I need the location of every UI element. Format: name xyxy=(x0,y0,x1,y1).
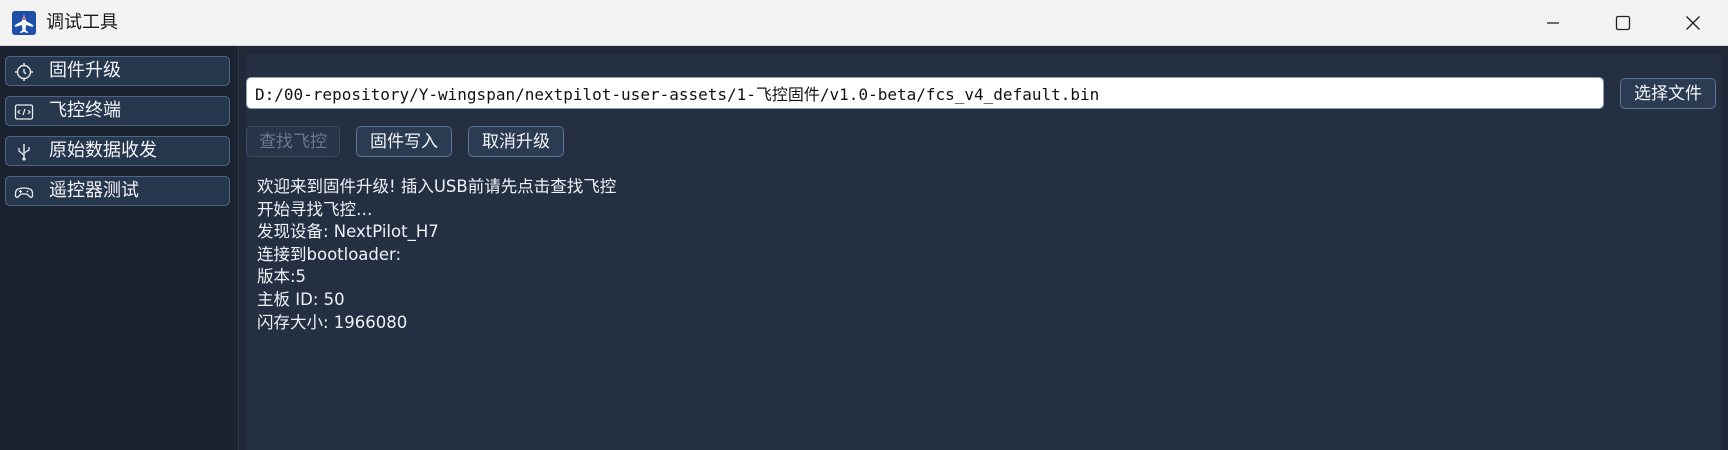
select-file-button[interactable]: 选择文件 xyxy=(1620,78,1716,109)
usb-icon xyxy=(18,144,30,161)
title-bar[interactable]: 调试工具 xyxy=(0,0,1728,46)
sidebar-item-label: 遥控器测试 xyxy=(49,180,139,201)
write-firmware-button[interactable]: 固件写入 xyxy=(356,126,452,157)
log-line: 主板 ID: 50 xyxy=(257,289,345,309)
sidebar-item-label: 固件升级 xyxy=(49,60,121,81)
close-button[interactable] xyxy=(1658,0,1728,45)
maximize-button[interactable] xyxy=(1588,0,1658,45)
sidebar-item-raw-data[interactable]: 原始数据收发 xyxy=(5,136,230,166)
upgrade-log: 欢迎来到固件升级! 插入USB前请先点击查找飞控 开始寻找飞控… 发现设备: N… xyxy=(257,176,1697,334)
window-title: 调试工具 xyxy=(46,12,118,33)
minimize-icon xyxy=(1547,21,1559,24)
cancel-upgrade-button[interactable]: 取消升级 xyxy=(468,126,564,157)
firmware-chip-icon xyxy=(15,63,33,81)
log-line: 欢迎来到固件升级! 插入USB前请先点击查找飞控 xyxy=(257,177,617,196)
firmware-upgrade-panel: 选择文件 查找飞控 固件写入 取消升级 欢迎来到固件升级! 插入USB前请先点击… xyxy=(246,54,1721,450)
find-flight-controller-button[interactable]: 查找飞控 xyxy=(246,126,340,157)
app-window: 调试工具 固件升级 飞控终端 原始数据收发 遥控器测试 D:/00-reposi… xyxy=(0,0,1728,450)
log-line: 版本:5 xyxy=(257,267,307,287)
sidebar: 固件升级 飞控终端 原始数据收发 遥控器测试 xyxy=(0,46,239,450)
firmware-path-input[interactable] xyxy=(246,77,1604,109)
minimize-button[interactable] xyxy=(1518,0,1588,45)
paper-plane-icon xyxy=(12,11,36,35)
terminal-code-icon xyxy=(14,104,34,120)
log-line: 连接到bootloader: xyxy=(257,244,402,264)
sidebar-item-flight-terminal[interactable]: 飞控终端 xyxy=(5,96,230,126)
sidebar-item-label: 飞控终端 xyxy=(49,100,121,121)
sidebar-item-firmware-upgrade[interactable]: 固件升级 xyxy=(5,56,230,86)
log-line: 闪存大小: 1966080 xyxy=(257,312,408,332)
gamepad-icon xyxy=(14,187,34,198)
close-icon xyxy=(1686,15,1700,30)
log-line: 开始寻找飞控… xyxy=(257,199,373,219)
sidebar-item-rc-test[interactable]: 遥控器测试 xyxy=(5,176,230,206)
maximize-icon xyxy=(1615,15,1631,30)
log-line: 发现设备: NextPilot_H7 xyxy=(257,222,439,242)
sidebar-item-label: 原始数据收发 xyxy=(49,140,157,161)
